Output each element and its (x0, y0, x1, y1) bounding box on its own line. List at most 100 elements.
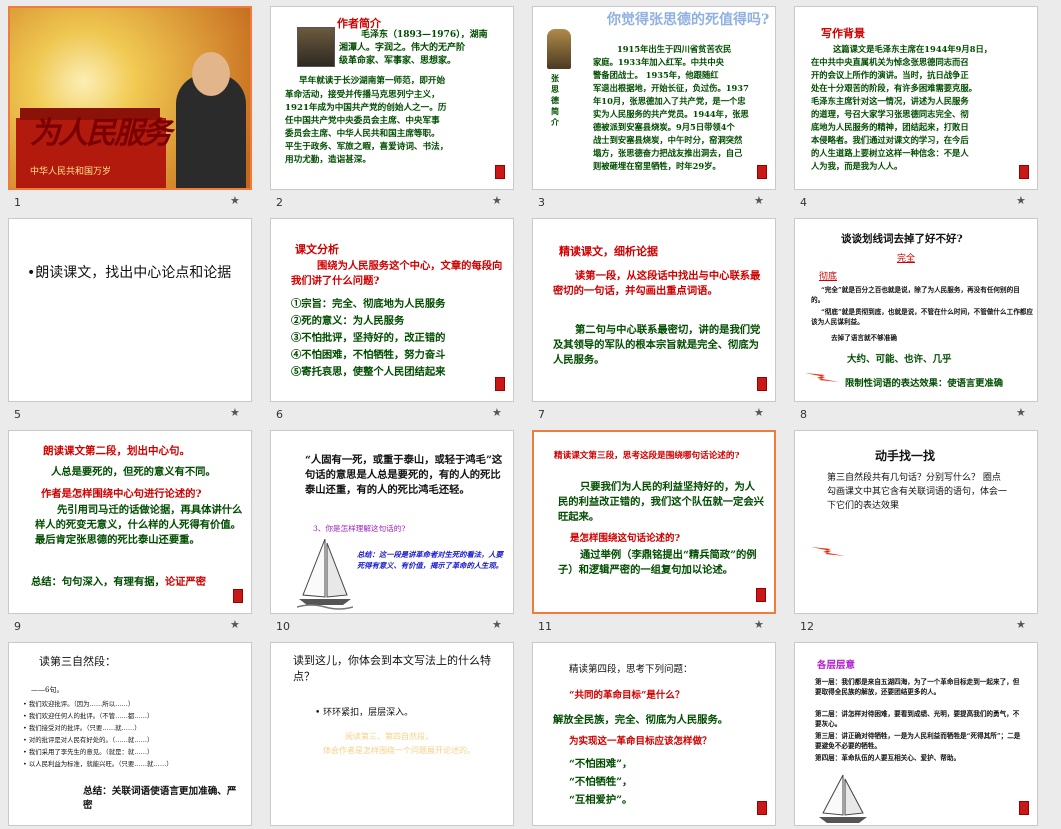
slide-heading: 精读课文第三段，思考这段是围绕哪句话论述的? (554, 451, 740, 461)
slide-thumbnail-8[interactable]: 谈谈划线词去掉了好不好? 完全 彻底 “完全”就是百分之百也就是说，除了为人民服… (794, 218, 1056, 430)
text-line: 底地为人民服务的精神，团结起来，打败日 (811, 122, 969, 132)
slide-thumbnail-2[interactable]: 作者简介 毛泽东（1893—1976），湖南 湘潭人。字润之。伟大的无产阶 级革… (270, 6, 532, 218)
question: “共同的革命目标”是什么？ (569, 690, 685, 701)
slide-canvas: 动手找一找 第三自然段共有几句话？分别写什么？ 圈点勾画课文中其它含有关联词语的… (794, 430, 1038, 614)
slide-thumbnail-4[interactable]: 写作背景 这篇课文是毛泽东主席在1944年9月8日， 在中共中央直属机关为悼念张… (794, 6, 1056, 218)
slide-heading: 谈谈划线词去掉了好不好? (841, 233, 963, 245)
animation-star-icon[interactable]: ★ (1016, 618, 1026, 631)
list-item: ⑤寄托哀思，使整个人民团结起来 (291, 366, 446, 378)
slide-thumbnail-9[interactable]: 朗读课文第二段，划出中心句。 人总是要死的，但死的意义有不同。 作者是怎样围绕中… (8, 430, 270, 642)
slide-number: 7 (538, 408, 545, 421)
list-item: ③不怕批评，坚持好的，改正错的 (291, 332, 446, 344)
text-line: 毛泽东（1893—1976），湖南 (361, 30, 488, 40)
question: 读第一段，从这段话中找出与中心联系最密切的一句话，并勾画出重点词语。 (553, 270, 761, 297)
lightning-icon (811, 547, 845, 556)
slide-number: 4 (800, 196, 807, 209)
list-item-text: 我们欢迎任何人的批评。（不管……都……） (28, 712, 154, 720)
seal-icon (495, 165, 505, 179)
slide-number: 6 (276, 408, 283, 421)
seal-icon (757, 165, 767, 179)
list-item: • 对的批评是对人民有好处的。（……就……） (23, 736, 154, 744)
animation-star-icon[interactable]: ★ (230, 194, 240, 207)
slide-thumbnail-15[interactable]: 精读第四段，思考下列问题： “共同的革命目标”是什么？ 解放全民族，完全、彻底为… (532, 642, 794, 829)
text-line: 处在十分艰苦的阶段，有许多困难需要克服。 (811, 83, 977, 93)
animation-star-icon[interactable]: ★ (754, 618, 764, 631)
list-item: ④不怕困难，不怕牺牲，努力奋斗 (291, 349, 446, 361)
slide-thumbnail-5[interactable]: •朗读课文，找出中心论点和论据 5 ★ (8, 218, 270, 430)
lightning-icon (805, 373, 839, 382)
slide-canvas: 课文分析 围绕为人民服务这个中心，文章的每段向我们讲了什么问题? ①宗旨：完全、… (270, 218, 514, 402)
text-line: 这篇课文是毛泽东主席在1944年9月8日， (833, 44, 993, 54)
slide-heading: 动手找一找 (875, 449, 936, 463)
calligraphy-title: 为人民服务 (30, 116, 172, 151)
body-text: 第三自然段共有几句话？分别写什么？ 圈点勾画课文中其它含有关联词语的语句，体会一… (827, 473, 1008, 511)
answer-text: 环环紧扣，层层深入。 (323, 708, 414, 718)
animation-star-icon[interactable]: ★ (492, 618, 502, 631)
text-line: 德被派到安塞县烧炭。9月5日带领4个 (593, 122, 735, 132)
answer: 只要我们为人民的利益坚持好的，为人民的利益改正错的，我们这个队伍就一定会兴旺起来… (558, 481, 764, 523)
slide-thumbnail-16[interactable]: 各层层意 第一层：我们都是来自五湖四海，为了一个革命目标走到一起来了，但要取得全… (794, 642, 1056, 829)
slide-heading: 精读第四段，思考下列问题： (569, 664, 693, 675)
list-item: ②死的意义：为人民服务 (291, 315, 405, 327)
animation-star-icon[interactable]: ★ (754, 194, 764, 207)
animation-star-icon[interactable]: ★ (1016, 406, 1026, 419)
slide-canvas: 精读课文，细析论据 读第一段，从这段话中找出与中心联系最密切的一句话，并勾画出重… (532, 218, 776, 402)
text-line: 用功尤勤，造诣甚深。 (285, 155, 371, 165)
list-item: • 以人民利益为标准，就能兴旺。（只要……就……） (23, 760, 173, 768)
text-line: 的道理，号召大家学习张思德同志完全、彻 (811, 109, 969, 119)
slide-thumbnail-3[interactable]: 你觉得张思德的死值得吗? 张思德简介 1915年出生于四川省贫苦农民 家庭。19… (532, 6, 794, 218)
list-item: ①宗旨：完全、彻底地为人民服务 (291, 298, 446, 310)
word-list: 大约、可能、也许、几乎 (847, 354, 952, 365)
seal-icon (756, 588, 766, 602)
list-item-text: 以人民利益为标准，就能兴旺。（只要……就……） (28, 760, 173, 768)
bullet-text: •朗读课文，找出中心论点和论据 (27, 265, 232, 281)
slide-thumbnail-1[interactable]: 中华人民共和国万岁 为人民服务 1 ★ (8, 6, 270, 218)
slide-thumbnail-11[interactable]: 精读课文第三段，思考这段是围绕哪句话论述的? 只要我们为人民的利益坚持好的，为人… (532, 430, 794, 642)
slide-thumbnail-10[interactable]: “人固有一死，或重于泰山，或轻于鸿毛”这句话的意思是人总是要死的，有的人的死比泰… (270, 430, 532, 642)
animation-star-icon[interactable]: ★ (492, 194, 502, 207)
seal-icon (757, 801, 767, 815)
text-line: 塌方，张思德奋力把战友推出洞去，自己 (593, 148, 743, 158)
answer: 解放全民族，完全、彻底为人民服务。 (553, 714, 729, 726)
text-line: 平生于政务、军旅之暇，喜爱诗词、书法， (285, 142, 449, 152)
text-line: 革命活动，接受并传播马克思列宁主义， (285, 90, 440, 100)
animation-star-icon[interactable]: ★ (492, 406, 502, 419)
slide-thumbnail-14[interactable]: 读到这儿，你体会到本文写法上的什么特点？ • 环环紧扣，层层深入。 阅读第三、第… (270, 642, 532, 829)
animation-star-icon[interactable]: ★ (754, 406, 764, 419)
question: 3、你是怎样理解这句话的? (313, 524, 406, 533)
text-line: 的人生道路上要树立这样一种信念：不是人 (811, 148, 969, 158)
text-line: 警备团战士。 1935年，他跟随红 (593, 70, 719, 80)
slide-heading: 你觉得张思德的死值得吗? (607, 12, 770, 28)
slide-number: 10 (276, 620, 290, 633)
question: 是怎样围绕这句话论述的? (570, 533, 681, 544)
text-line: 早年就读于长沙湖南第一师范，即开始 (299, 76, 446, 86)
slide-number: 3 (538, 196, 545, 209)
text-line: 湘潭人。字润之。伟大的无产阶 (339, 43, 466, 53)
question: 为实现这一革命目标应该怎样做？ (569, 736, 712, 747)
text-line: 1915年出生于四川省贫苦农民 (617, 44, 732, 54)
summary-highlight: 论证严密 (164, 576, 207, 588)
animation-star-icon[interactable]: ★ (1016, 194, 1026, 207)
answer: 第二句与中心联系最密切，讲的是我们党及其领导的军队的根本宗旨就是完全、彻底为人民… (553, 324, 761, 366)
slide-thumbnail-12[interactable]: 动手找一找 第三自然段共有几句话？分别写什么？ 圈点勾画课文中其它含有关联词语的… (794, 430, 1056, 642)
slide-thumbnail-13[interactable]: 读第三自然段： ——6句。 • 我们欢迎批评。（因为……所以……） • 我们欢迎… (8, 642, 270, 829)
animation-star-icon[interactable]: ★ (230, 406, 240, 419)
answer: • 环环紧扣，层层深入。 (315, 708, 414, 718)
text-line: 任中国共产党中央委员会主席、中央军事 (285, 116, 440, 126)
definition: “完全”就是百分之百也就是说，除了为人民服务，再没有任何别的目的。 (811, 286, 1020, 304)
summary-text: 总结：句句深入，有理有据， (31, 576, 165, 588)
text-line: 战士到安塞县烧炭，中午时分，窑洞突然 (593, 135, 743, 145)
slide-thumbnail-6[interactable]: 课文分析 围绕为人民服务这个中心，文章的每段向我们讲了什么问题? ①宗旨：完全、… (270, 218, 532, 430)
slide-number: 1 (14, 196, 21, 209)
slide-number: 2 (276, 196, 283, 209)
text-line: 实为人民服务的共产党员。1944年，张思 (593, 109, 749, 119)
sailboat-icon (297, 538, 353, 610)
animation-star-icon[interactable]: ★ (230, 618, 240, 631)
text-line: 毛泽东主席针对这一情况，讲述为人民服务 (811, 96, 969, 106)
text-line: 本侵略者。我们通过对课文的学习，在今后 (811, 135, 969, 145)
layer-text: 第二层：讲怎样对待困难，要看到成绩、光明，要提高我们的勇气，不要灰心。 (815, 710, 1020, 728)
body-text: 先引用司马迁的话做论据，再具体讲什么样人的死变无意义，什么样的人死得有价值。最后… (35, 504, 243, 546)
text-line: 家庭。1933年加入红军。中共中央 (593, 57, 724, 67)
author-photo (297, 27, 335, 67)
slide-thumbnail-7[interactable]: 精读课文，细析论据 读第一段，从这段话中找出与中心联系最密切的一句话，并勾画出重… (532, 218, 794, 430)
